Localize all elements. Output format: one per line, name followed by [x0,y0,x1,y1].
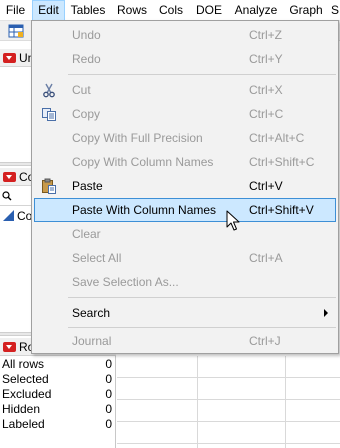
menu-item-redo[interactable]: Redo Ctrl+Y [34,47,336,71]
grid-line [117,443,340,444]
menu-graph[interactable]: Graph [286,0,326,21]
menu-item-paste[interactable]: Paste Ctrl+V [34,174,336,198]
scissors-icon [43,83,55,98]
rows-labeled: Labeled 0 [2,417,112,431]
search-icon [2,191,12,201]
menu-separator [68,327,336,328]
rows-all: All rows 0 [2,357,112,371]
data-table-icon[interactable] [8,24,24,38]
grid-line [117,377,340,378]
grid-line [197,356,198,448]
submenu-arrow-icon [324,309,328,317]
menu-item-paste-with-column-names[interactable]: Paste With Column Names Ctrl+Shift+V [34,198,336,222]
red-triangle-menu-icon[interactable] [3,172,16,182]
grid-line [285,356,286,448]
menu-bar: File Edit Tables Rows Cols DOE Analyze G… [0,0,340,21]
continuous-column-icon [3,210,14,221]
menu-item-undo[interactable]: Undo Ctrl+Z [34,23,336,47]
menu-edit[interactable]: Edit [32,0,65,21]
menu-item-copy-full-precision[interactable]: Copy With Full Precision Ctrl+Alt+C [34,126,336,150]
menu-item-cut[interactable]: Cut Ctrl+X [34,78,336,102]
paste-icon [42,178,56,194]
menu-item-copy-column-names[interactable]: Copy With Column Names Ctrl+Shift+C [34,150,336,174]
rows-excluded: Excluded 0 [2,387,112,401]
menu-rows[interactable]: Rows [114,0,150,21]
menu-tables[interactable]: Tables [68,0,108,21]
menu-item-clear[interactable]: Clear [34,222,336,246]
menu-item-save-selection-as[interactable]: Save Selection As... [34,270,336,294]
rows-hidden: Hidden 0 [2,402,112,416]
grid-line [117,421,340,422]
menu-item-search[interactable]: Search [34,301,336,325]
mouse-pointer-icon [226,210,240,231]
rows-summary: All rows 0 Selected 0 Excluded 0 Hidden 0 La… [2,357,114,432]
menu-separator [68,74,336,75]
grid-line [117,399,340,400]
red-triangle-menu-icon[interactable] [3,342,16,352]
menu-analyze[interactable]: Analyze [231,0,281,21]
edit-menu-dropdown: Undo Ctrl+Z Redo Ctrl+Y Cut Ctrl+X Copy … [31,20,339,354]
red-triangle-menu-icon[interactable] [3,53,16,63]
menu-item-copy[interactable]: Copy Ctrl+C [34,102,336,126]
menu-doe[interactable]: DOE [193,0,225,21]
menu-file[interactable]: File [2,0,29,21]
rows-selected: Selected 0 [2,372,112,386]
menu-separator [68,297,336,298]
menu-cols[interactable]: Cols [155,0,187,21]
copy-icon [42,108,56,121]
menu-item-journal[interactable]: Journal Ctrl+J [34,329,336,353]
menu-item-select-all[interactable]: Select All Ctrl+A [34,246,336,270]
menu-s[interactable]: S [331,0,340,21]
